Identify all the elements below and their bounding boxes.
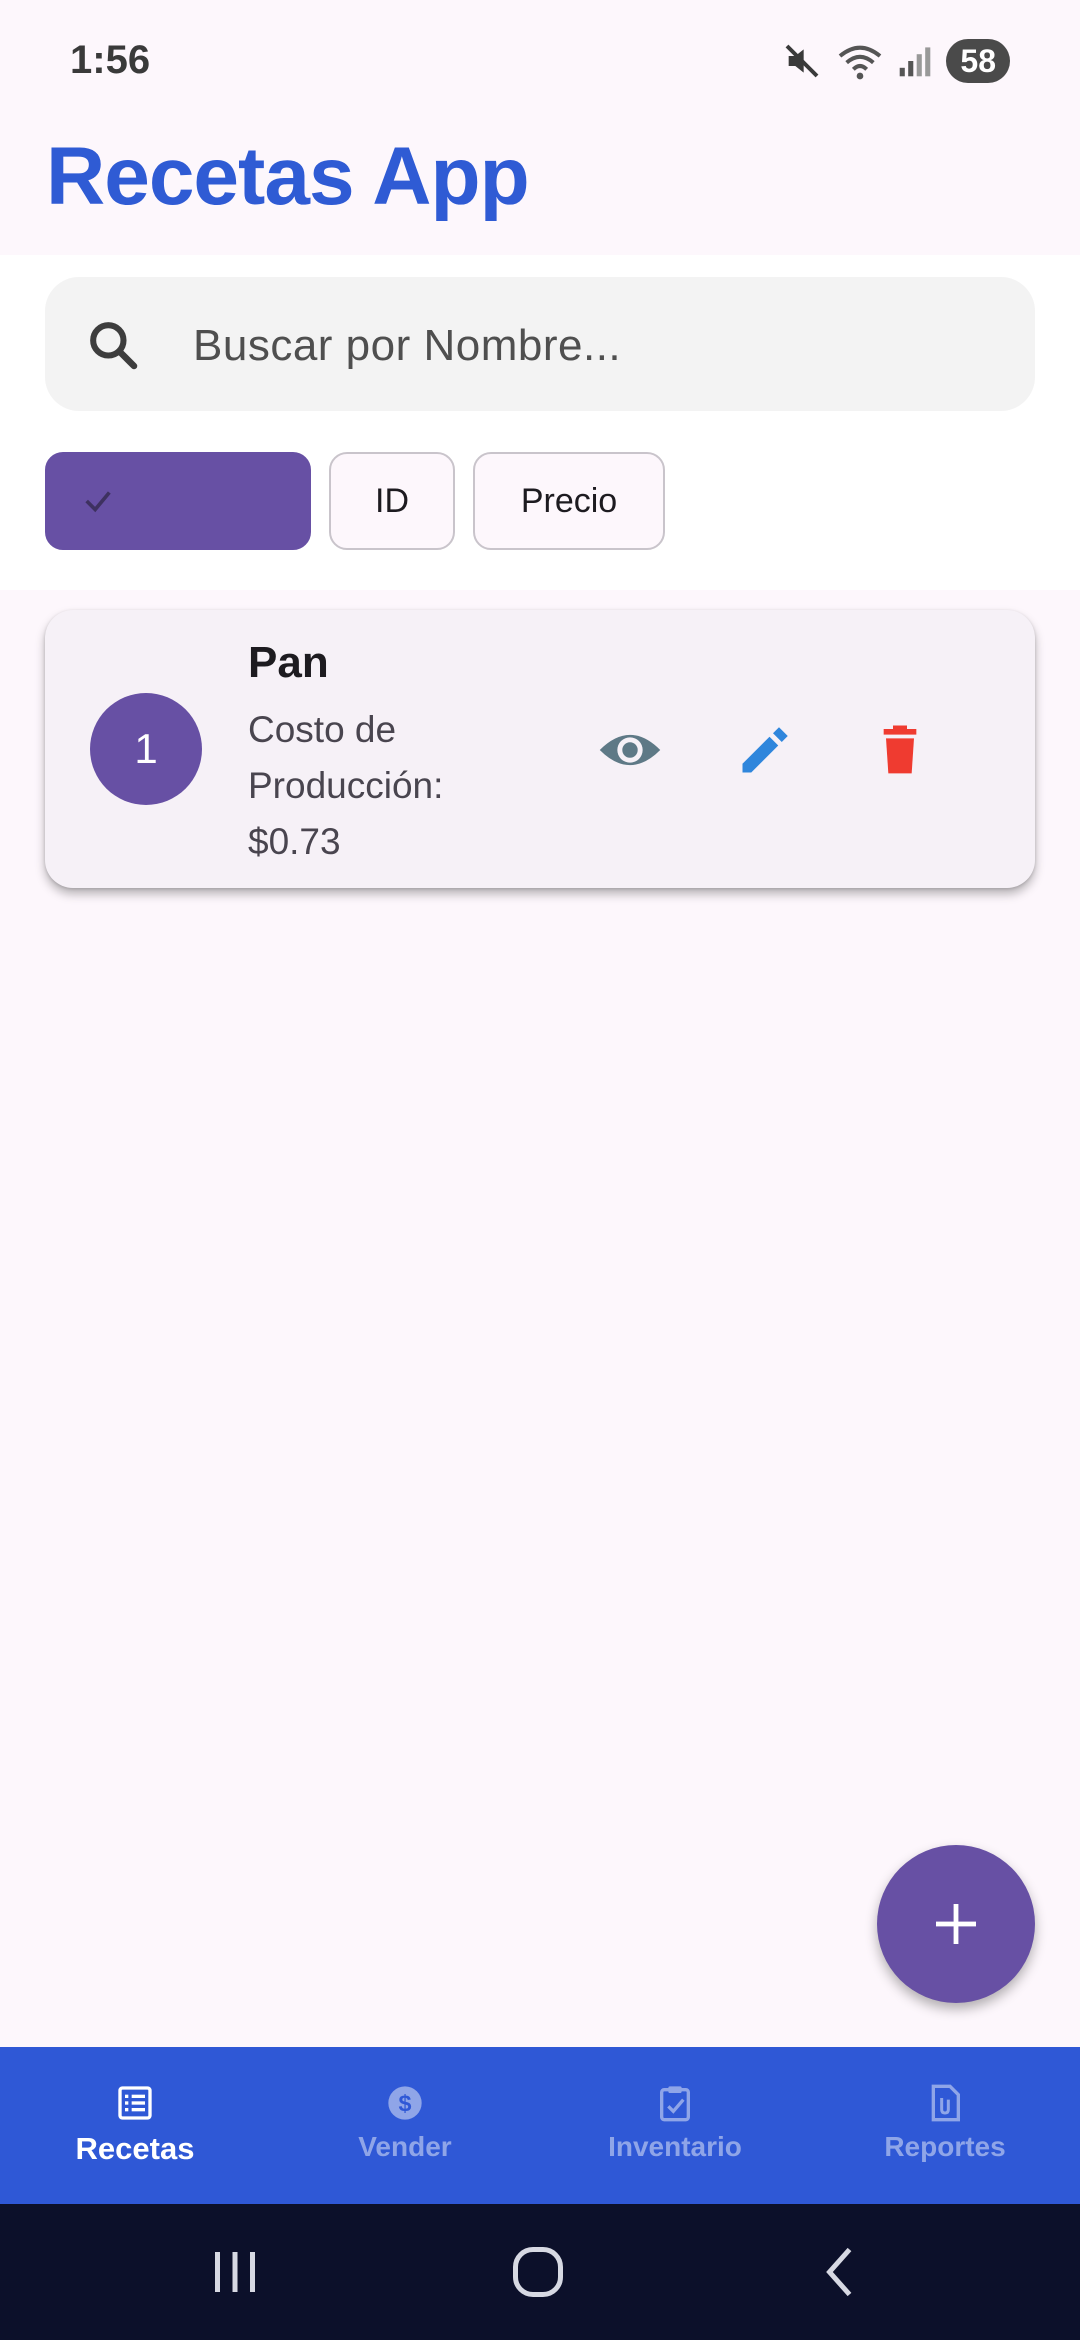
search-input[interactable]: Buscar por Nombre... xyxy=(45,277,1035,411)
mute-icon xyxy=(785,44,819,78)
nav-item-inventario[interactable]: Inventario xyxy=(540,2047,810,2204)
nav-label-vender: Vender xyxy=(358,2131,452,2162)
recipe-cost-label: Costo de Producción: xyxy=(248,709,444,806)
status-bar: 1:56 58 xyxy=(0,0,1080,120)
filter-chip-precio[interactable]: Precio xyxy=(473,452,665,550)
edit-button[interactable] xyxy=(725,710,805,790)
search-filter-panel: Buscar por Nombre... ID Precio xyxy=(0,255,1080,590)
trash-icon xyxy=(883,725,917,774)
page-title: Recetas App xyxy=(46,131,530,222)
list-icon xyxy=(118,2086,152,2120)
delete-button[interactable] xyxy=(860,710,940,790)
bottom-navigation: Recetas $ Vender Inventario Reportes xyxy=(0,2047,1080,2204)
svg-text:$: $ xyxy=(399,2090,412,2116)
nav-label-inventario: Inventario xyxy=(608,2131,742,2162)
document-icon xyxy=(931,2084,960,2122)
search-icon xyxy=(90,322,138,370)
recipe-cost-value: $0.73 xyxy=(248,821,341,862)
battery-indicator: 58 xyxy=(946,39,1010,83)
check-icon xyxy=(85,491,111,513)
signal-icon xyxy=(900,47,931,77)
dollar-icon: $ xyxy=(388,2086,422,2120)
nav-item-recetas[interactable]: Recetas xyxy=(0,2047,270,2204)
wifi-icon xyxy=(839,45,882,80)
plus-icon xyxy=(936,1904,976,1944)
home-icon[interactable] xyxy=(508,2242,568,2302)
status-icons: 58 xyxy=(782,36,1010,86)
recipe-cost: Costo de Producción: $0.73 xyxy=(248,702,488,870)
system-navigation-bar xyxy=(0,2204,1080,2340)
eye-icon xyxy=(599,734,661,766)
nav-label-recetas: Recetas xyxy=(75,2131,195,2166)
nav-item-vender[interactable]: $ Vender xyxy=(270,2047,540,2204)
nav-label-reportes: Reportes xyxy=(884,2131,1006,2162)
filter-chips: ID Precio xyxy=(45,452,665,550)
app-bar: Recetas App xyxy=(0,120,1080,255)
recipe-name: Pan xyxy=(248,638,329,687)
view-button[interactable] xyxy=(590,710,670,790)
add-recipe-button[interactable] xyxy=(877,1845,1035,2003)
search-placeholder: Buscar por Nombre... xyxy=(193,321,622,370)
recipe-id-avatar: 1 xyxy=(90,693,202,805)
back-icon[interactable] xyxy=(812,2242,872,2302)
nav-item-reportes[interactable]: Reportes xyxy=(810,2047,1080,2204)
pencil-icon xyxy=(742,727,788,773)
recipe-card[interactable]: 1 Pan Costo de Producción: $0.73 xyxy=(45,610,1035,888)
recent-apps-icon[interactable] xyxy=(205,2242,265,2302)
filter-chip-id[interactable]: ID xyxy=(329,452,455,550)
filter-chip-name-selected[interactable] xyxy=(45,452,311,550)
status-time: 1:56 xyxy=(70,38,151,82)
clipboard-check-icon xyxy=(660,2086,690,2122)
